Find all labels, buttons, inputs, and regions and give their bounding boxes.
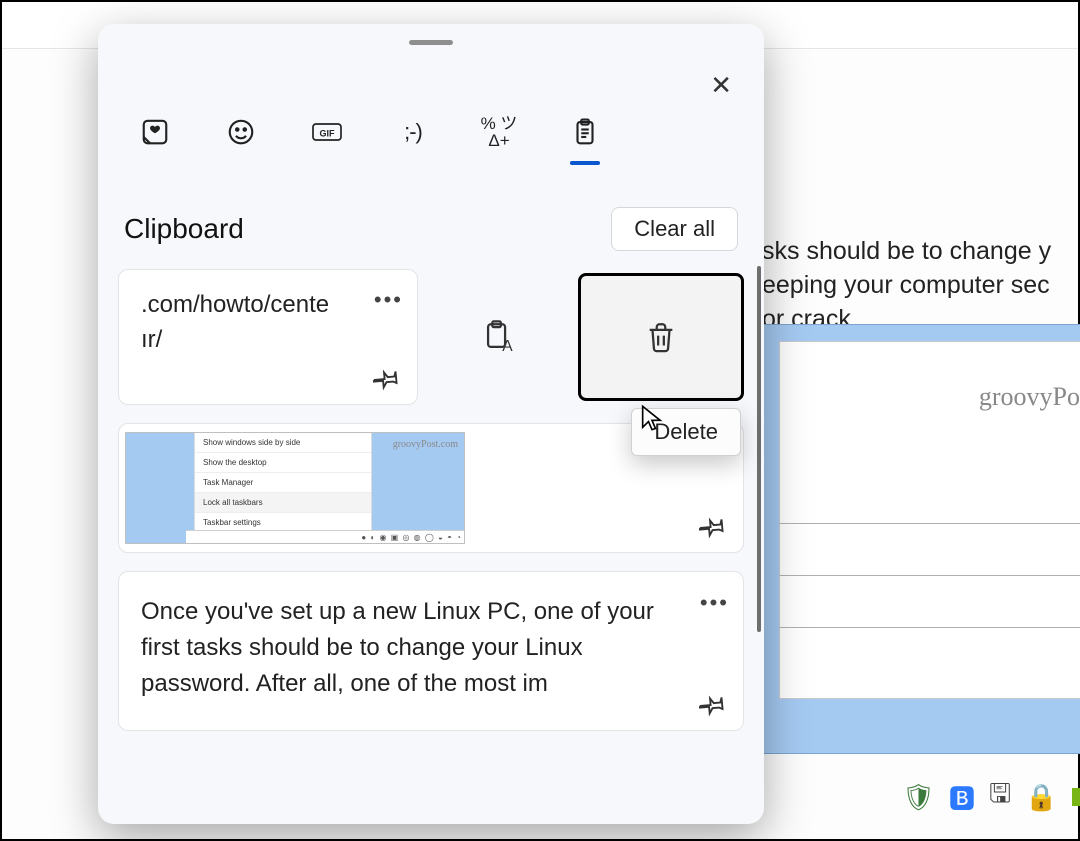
clip-text-preview[interactable]: .com/howto/cente ır/ •••	[118, 269, 418, 405]
tab-stickers[interactable]	[132, 117, 178, 147]
close-button[interactable]: ✕	[700, 64, 742, 107]
scrollbar[interactable]	[757, 266, 761, 632]
ctx-menu-row: Show the desktop	[195, 453, 371, 473]
delete-tooltip: Delete	[631, 408, 741, 456]
clear-all-button[interactable]: Clear all	[611, 207, 738, 251]
tab-emoji[interactable]	[218, 117, 264, 147]
smiley-icon	[226, 117, 256, 147]
clip-image-thumb: Show windows side by side Show the deskt…	[125, 432, 465, 544]
svg-text:A: A	[502, 338, 513, 354]
watermark: groovyPost.com	[393, 439, 458, 450]
clip-text: Once you've set up a new Linux PC, one o…	[141, 598, 654, 697]
pin-icon	[699, 690, 727, 718]
tab-kaomoji[interactable]: ;-)	[390, 119, 436, 145]
system-tray: 🛡 🅱 🖫 🔒	[762, 775, 1080, 819]
brand-text: groovyPo	[979, 382, 1080, 412]
trash-icon	[644, 320, 678, 354]
paste-as-text-button[interactable]: A	[418, 269, 578, 405]
gif-icon: GIF	[312, 117, 342, 147]
pin-icon	[373, 364, 401, 392]
background-paragraph: sks should be to change y eeping your co…	[762, 235, 1078, 336]
background-screenshot: groovyPo	[762, 324, 1080, 754]
pin-button[interactable]	[699, 690, 727, 718]
clipboard-list: .com/howto/cente ır/ ••• A Delete	[110, 269, 752, 731]
bluetooth-icon: 🅱	[949, 779, 975, 816]
svg-text:GIF: GIF	[320, 129, 336, 139]
clip-item[interactable]: Once you've set up a new Linux PC, one o…	[118, 571, 744, 731]
lock-icon: 🔒	[1025, 782, 1057, 813]
clip-text: .com/howto/cente ır/	[141, 291, 329, 353]
ctx-menu-row: Lock all taskbars	[195, 493, 371, 513]
tab-clipboard[interactable]	[562, 117, 608, 147]
shield-icon: 🛡	[902, 782, 935, 813]
section-title: Clipboard	[124, 213, 244, 245]
more-button[interactable]: •••	[374, 284, 403, 316]
ctx-menu-row: Task Manager	[195, 473, 371, 493]
category-tabs: GIF ;-) % ツΔ+	[110, 45, 752, 167]
clip-item[interactable]: .com/howto/cente ır/ ••• A Delete	[118, 269, 744, 405]
more-button[interactable]: •••	[700, 586, 729, 619]
heart-sticker-icon	[140, 117, 170, 147]
paste-text-icon: A	[481, 320, 515, 354]
pin-button[interactable]	[699, 512, 727, 540]
clipboard-panel: ✕ GIF ;-) % ツΔ+ Clipboard Clear all .com…	[98, 24, 764, 824]
square-icon	[1072, 788, 1080, 806]
pin-icon	[699, 512, 727, 540]
tab-gif[interactable]: GIF	[304, 117, 350, 147]
ctx-menu-row: Show windows side by side	[195, 433, 371, 453]
clipboard-icon	[570, 117, 600, 147]
delete-button[interactable]: Delete	[578, 273, 744, 401]
usb-icon: 🖫	[989, 775, 1011, 819]
pin-button[interactable]	[373, 364, 401, 392]
tab-symbols[interactable]: % ツΔ+	[476, 115, 522, 149]
